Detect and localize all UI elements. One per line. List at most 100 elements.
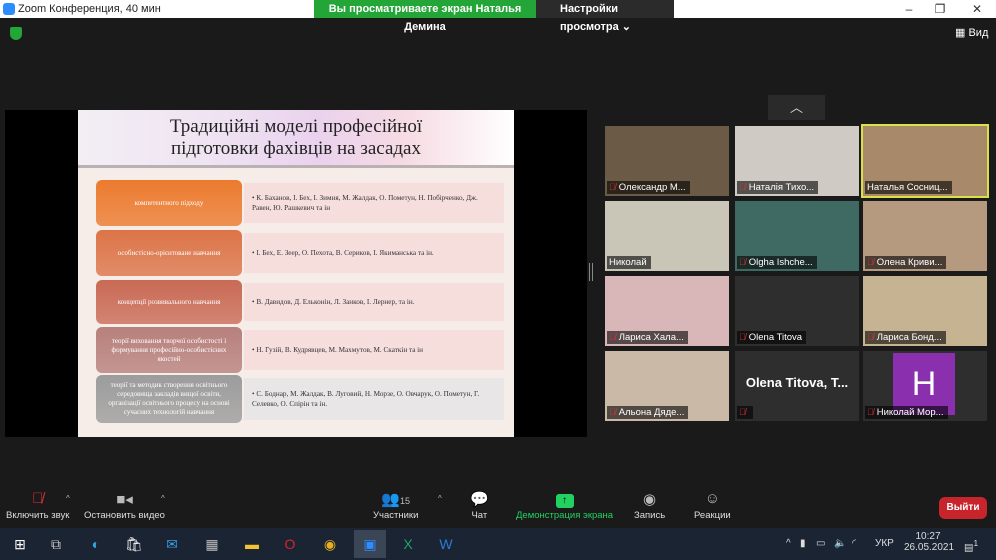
participant-tile[interactable]: Наталья Сосниц... (861, 124, 989, 198)
participant-name-tag: 🎙̸ Олена Криви... (865, 256, 947, 269)
participant-name: Альона Дяде... (618, 407, 685, 418)
participant-tile[interactable]: 🎙̸ Олександр М... (605, 126, 729, 196)
restore-icon[interactable]: ❐ (933, 2, 947, 16)
panel-resize-handle[interactable] (589, 263, 593, 281)
calculator-icon[interactable]: ▦ (198, 530, 226, 558)
file-explorer-icon[interactable]: ▬ (238, 530, 266, 558)
participant-name-tag: 🎙̸ Olena Titova (737, 331, 807, 344)
reactions-button[interactable]: ☺ Реакции (694, 490, 731, 521)
usb-icon[interactable]: ▮ (800, 538, 806, 549)
muted-mic-icon: 🎙̸ (739, 407, 746, 417)
slide-title-line1: Традиційні моделі професійної (169, 116, 423, 137)
participant-name: Olena Titova (748, 332, 803, 343)
participant-tile[interactable]: Николай (605, 201, 729, 271)
participant-display-name: Olena Titova, T... (745, 375, 849, 390)
record-button[interactable]: ◉ Запись (634, 490, 665, 521)
view-button[interactable]: ▦ Вид (955, 26, 988, 39)
volume-icon[interactable]: 🔈 (834, 538, 846, 549)
excel-icon[interactable]: X (394, 530, 422, 558)
chat-bubble-icon: 💬 (470, 491, 489, 508)
participant-name-tag: 🎙̸ (737, 406, 753, 419)
windows-taskbar (0, 528, 996, 560)
participant-name-tag: 🎙̸ Лариса Бонд... (865, 331, 946, 344)
participants-count: 15 (400, 496, 411, 506)
leave-button[interactable]: Выйти (939, 497, 987, 519)
close-icon[interactable]: ✕ (970, 2, 984, 16)
participant-name-tag: 🎙̸ Olgha Ishche... (737, 256, 817, 269)
participants-label: Участники (373, 510, 419, 521)
stop-video-label: Остановить видео (84, 510, 165, 521)
participant-tile[interactable]: 🎙̸ Олена Криви... (863, 201, 987, 271)
participant-name: Наталья Сосниц... (867, 182, 948, 193)
slide-row-text: • Н. Гузій, В. Кудрявцев, М. Махмутов, М… (244, 330, 504, 370)
participant-name: Николай Мор... (876, 407, 944, 418)
minimize-icon[interactable]: – (902, 2, 916, 16)
muted-mic-icon: 🎙̸ (609, 182, 616, 192)
grid-icon: ▦ (955, 27, 966, 39)
participant-tile[interactable]: 🎙̸ Olena Titova (735, 276, 859, 346)
store-icon[interactable]: 🛍 (120, 530, 148, 558)
participant-name-tag: 🎙̸ Олександр М... (607, 181, 690, 194)
tray-chevron-icon[interactable]: ^ (786, 538, 791, 549)
task-view-icon[interactable]: ⧉ (42, 530, 70, 558)
unmute-button[interactable]: 🎙̸ Включить звук (6, 490, 69, 521)
participant-name: Николай (609, 257, 647, 268)
slide-row-text: • І. Бех, Е. Зеер, О. Пехота, В. Сериков… (244, 233, 504, 273)
video-options-caret[interactable]: ^ (161, 494, 165, 503)
participant-name: Лариса Хала... (618, 332, 684, 343)
participant-name-tag: 🎙̸ Наталія Тихо... (737, 181, 819, 194)
participants-icon: 👥15 (381, 491, 411, 508)
wifi-icon[interactable]: ◜ (852, 538, 856, 549)
muted-mic-icon: 🎙̸ (867, 407, 874, 417)
participant-tile[interactable]: 🎙̸ Альона Дяде... (605, 351, 729, 421)
muted-mic-icon: 🎙̸ (867, 257, 874, 267)
windows-start-icon[interactable]: ⊞ (6, 530, 34, 558)
gallery-scroll-up-button[interactable]: ︿ (768, 95, 825, 120)
reactions-label: Реакции (694, 510, 731, 521)
slide-row-text: • В. Давидов, Д. Ельконін, Л. Занков, І.… (244, 283, 504, 321)
participant-tile[interactable]: H 🎙̸ Николай Мор... (863, 351, 987, 421)
battery-icon[interactable]: ▭ (816, 538, 825, 549)
notification-count: 1 (973, 538, 979, 548)
participant-name-tag: 🎙̸ Альона Дяде... (607, 406, 689, 419)
muted-mic-icon: 🎙̸ (739, 257, 746, 267)
presentation-slide: Традиційні моделі професійної підготовки… (78, 110, 514, 437)
mail-icon[interactable]: ✉ (158, 530, 186, 558)
chrome-icon[interactable]: ◉ (316, 530, 344, 558)
participant-tile[interactable]: 🎙̸ Olgha Ishche... (735, 201, 859, 271)
participant-tile[interactable]: 🎙̸ Лариса Бонд... (863, 276, 987, 346)
share-screen-button[interactable]: ↑ Демонстрация экрана (516, 490, 613, 521)
clock[interactable]: 10:27 26.05.2021 (904, 531, 954, 553)
participant-name-tag: 🎙̸ Лариса Хала... (607, 331, 688, 344)
clock-time: 10:27 (915, 531, 941, 542)
participant-tile[interactable]: 🎙̸ Лариса Хала... (605, 276, 729, 346)
unmute-label: Включить звук (6, 510, 70, 521)
stop-video-button[interactable]: ■◂ Остановить видео (84, 490, 165, 521)
edge-icon[interactable]: ◐ (82, 530, 110, 558)
participant-name: Олександр М... (618, 182, 686, 193)
chat-button[interactable]: 💬 Чат (470, 490, 489, 521)
participant-name-tag: 🎙̸ Николай Мор... (865, 406, 948, 419)
window-title: Zoom Конференция, 40 мин (18, 3, 161, 15)
security-shield-icon[interactable] (10, 27, 22, 40)
view-settings-button[interactable]: Настройки просмотра ⌄ (536, 0, 674, 33)
zoom-taskbar-icon[interactable]: ▣ (354, 530, 386, 558)
participant-tile[interactable]: 🎙̸ Наталія Тихо... (735, 126, 859, 196)
viewing-banner: Вы просматриваете экран Наталья Демина (314, 0, 536, 33)
audio-options-caret[interactable]: ^ (66, 494, 70, 503)
slide-row-text: • К. Баханов, І. Бех, І. Зимня, М. Жалда… (244, 183, 504, 223)
opera-icon[interactable]: O (276, 530, 304, 558)
participant-name: Olgha Ishche... (748, 257, 813, 268)
participant-tile[interactable]: Olena Titova, T... 🎙̸ (735, 351, 859, 421)
participants-button[interactable]: 👥15 Участники (373, 490, 418, 521)
participant-name-tag: Наталья Сосниц... (865, 181, 952, 194)
word-icon[interactable]: W (432, 530, 460, 558)
record-icon: ◉ (643, 491, 657, 508)
language-indicator[interactable]: УКР (875, 538, 894, 549)
participants-options-caret[interactable]: ^ (438, 494, 442, 503)
notifications-icon[interactable]: ▤1 (964, 538, 978, 553)
view-label: Вид (968, 27, 989, 39)
slide-row-text: • С. Боднар, М. Жалдак, В. Луговий, Н. М… (244, 378, 504, 420)
chat-label: Чат (471, 510, 488, 521)
slide-title-line2: підготовки фахівців на засадах (170, 138, 421, 159)
